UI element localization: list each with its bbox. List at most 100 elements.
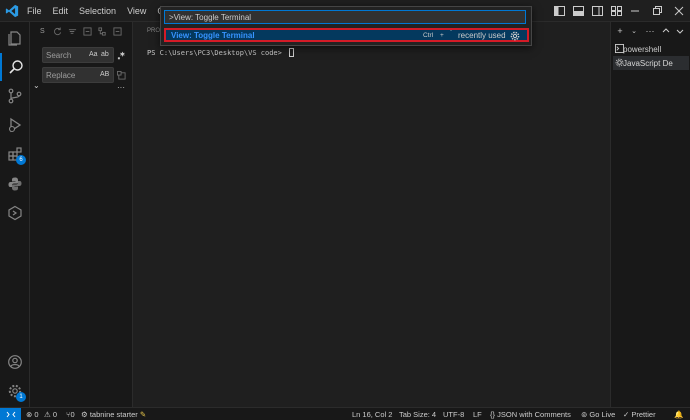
prettier-status[interactable]: ✓ Prettier [623, 410, 656, 419]
extensions-badge: 6 [16, 155, 26, 165]
status-bar: ⊗ 0 ⚠ 0 ⑂0 ⚙ tabnine starter ✎ Ln 16, Co… [0, 407, 690, 420]
menu-edit[interactable]: Edit [53, 6, 69, 16]
command-item-label: View: Toggle Terminal [171, 31, 255, 40]
match-whole-word-toggle[interactable]: ab [101, 51, 109, 58]
recently-used-label: recently used [458, 31, 506, 40]
replace-input[interactable]: Replace AB [42, 67, 114, 83]
keybinding-ctrl: Ctrl [423, 32, 434, 39]
braces-icon: {} [490, 410, 496, 419]
tabnine-label: tabnine starter [89, 410, 138, 419]
manage-gear-icon[interactable]: 1 [0, 377, 30, 405]
errors-indicator[interactable]: ⊗ 0 [26, 410, 39, 419]
replace-placeholder: Replace [46, 71, 76, 80]
tabnine-gear-icon: ⚙ [81, 410, 88, 419]
debug-gear-icon [615, 58, 624, 67]
run-debug-icon[interactable] [0, 111, 30, 139]
prettier-label: Prettier [631, 410, 656, 419]
terminal-toolbar: + ⌄ ··· [615, 26, 690, 36]
editor-area: PRO PS C:\Users\PC3\Desktop\VS code> [133, 22, 610, 407]
regex-icon[interactable] [116, 50, 126, 60]
tabnine-status[interactable]: ⚙ tabnine starter ✎ [81, 410, 146, 419]
terminal-prompt: PS C:\Users\PC3\Desktop\VS code> [147, 49, 287, 57]
go-live-label: Go Live [589, 410, 616, 419]
vscode-window: File Edit Selection View Go [0, 0, 690, 420]
keybinding-backtick: ` [450, 30, 453, 37]
warnings-count: 0 [52, 410, 57, 419]
explorer-icon[interactable] [0, 24, 30, 52]
preserve-case-toggle[interactable]: AB [100, 71, 109, 78]
activity-bar: 6 1 [0, 22, 30, 407]
sidebar-title: S [40, 28, 45, 35]
language-label: JSON with Comments [497, 410, 571, 419]
clear-results-icon[interactable] [67, 26, 77, 36]
toggle-search-details-icon[interactable]: ··· [116, 82, 126, 92]
terminal-icon [615, 44, 624, 53]
go-live-button[interactable]: ⊚ Go Live [581, 410, 615, 419]
minimize-icon[interactable] [624, 0, 646, 22]
configure-keybinding-gear-icon[interactable] [510, 31, 520, 41]
notifications-bell-icon[interactable]: 🔔 [674, 410, 683, 419]
keybinding-plus: + [440, 32, 444, 39]
command-item-toggle-terminal[interactable]: View: Toggle Terminal Ctrl + ` recently … [164, 28, 529, 42]
search-input[interactable]: Search Aa ab [42, 47, 114, 63]
warning-icon: ⚠ [44, 410, 51, 419]
terminal-item-label: powershell [623, 44, 662, 54]
search-icon[interactable] [0, 53, 30, 81]
replace-all-icon[interactable] [116, 70, 126, 80]
errors-count: 0 [34, 410, 39, 419]
new-search-editor-icon[interactable] [82, 26, 92, 36]
view-as-tree-icon[interactable] [97, 26, 107, 36]
menu-file[interactable]: File [27, 6, 42, 16]
source-control-icon[interactable] [0, 82, 30, 110]
menu-selection[interactable]: Selection [79, 6, 116, 16]
match-case-toggle[interactable]: Aa [89, 51, 98, 58]
sidebar-toolbar [52, 26, 127, 36]
check-double-icon: ✓ [623, 410, 630, 419]
command-palette-input[interactable]: >View: Toggle Terminal [164, 10, 526, 24]
terminal-cursor [289, 48, 295, 57]
close-icon[interactable] [668, 0, 690, 22]
vscode-logo-icon [5, 4, 19, 18]
ports-indicator[interactable]: ⑂0 [66, 410, 75, 419]
broadcast-icon: ⊚ [581, 410, 588, 419]
language-mode[interactable]: {} JSON with Comments [490, 410, 571, 419]
more-actions-icon[interactable]: ··· [643, 26, 657, 36]
extensions-icon[interactable]: 6 [0, 140, 30, 168]
new-terminal-plus-icon[interactable]: + [615, 26, 625, 36]
warnings-indicator[interactable]: ⚠ 0 [44, 410, 57, 419]
maximize-panel-chevron-icon[interactable] [661, 26, 671, 36]
terminal-list-panel: + ⌄ ··· powershell JavaScript De [610, 22, 690, 407]
remote-indicator-icon[interactable] [0, 408, 21, 420]
toggle-panel-icon[interactable] [570, 4, 586, 18]
end-of-line[interactable]: LF [473, 410, 482, 419]
tab-size[interactable]: Tab Size: 4 [399, 410, 436, 419]
tabnine-pencil-icon: ✎ [139, 410, 147, 419]
window-controls [548, 0, 690, 22]
error-icon: ⊗ [26, 410, 33, 419]
search-sidebar: S ⌄ Search Aa ab Replace AB ··· [30, 22, 133, 407]
customize-layout-icon[interactable] [608, 4, 624, 18]
python-icon[interactable] [0, 170, 30, 198]
refresh-icon[interactable] [52, 26, 62, 36]
ports-count: 0 [70, 410, 75, 419]
accounts-icon[interactable] [0, 348, 30, 376]
toggle-secondary-sidebar-icon[interactable] [589, 4, 605, 18]
restore-icon[interactable] [646, 0, 668, 22]
toggle-primary-sidebar-icon[interactable] [551, 4, 567, 18]
panel-tab-problems[interactable]: PRO [147, 28, 160, 34]
encoding[interactable]: UTF-8 [443, 410, 464, 419]
remote-explorer-icon[interactable] [0, 199, 30, 227]
search-placeholder: Search [46, 51, 72, 60]
collapse-all-icon[interactable] [112, 26, 122, 36]
menu-bar: File Edit Selection View Go [27, 0, 180, 22]
terminal-item-javascript-debug[interactable]: JavaScript De [613, 56, 689, 70]
menu-view[interactable]: View [127, 6, 146, 16]
cursor-position[interactable]: Ln 16, Col 2 [352, 410, 392, 419]
hide-panel-chevron-icon[interactable] [675, 26, 685, 36]
terminal-profile-chevron-icon[interactable]: ⌄ [629, 26, 639, 36]
terminal-output[interactable]: PS C:\Users\PC3\Desktop\VS code> [147, 48, 295, 57]
terminal-item-powershell[interactable]: powershell [613, 42, 689, 56]
accounts-badge: 1 [16, 392, 26, 402]
terminal-item-label: JavaScript De [623, 58, 673, 68]
toggle-replace-chevron-icon[interactable]: ⌄ [33, 81, 40, 90]
